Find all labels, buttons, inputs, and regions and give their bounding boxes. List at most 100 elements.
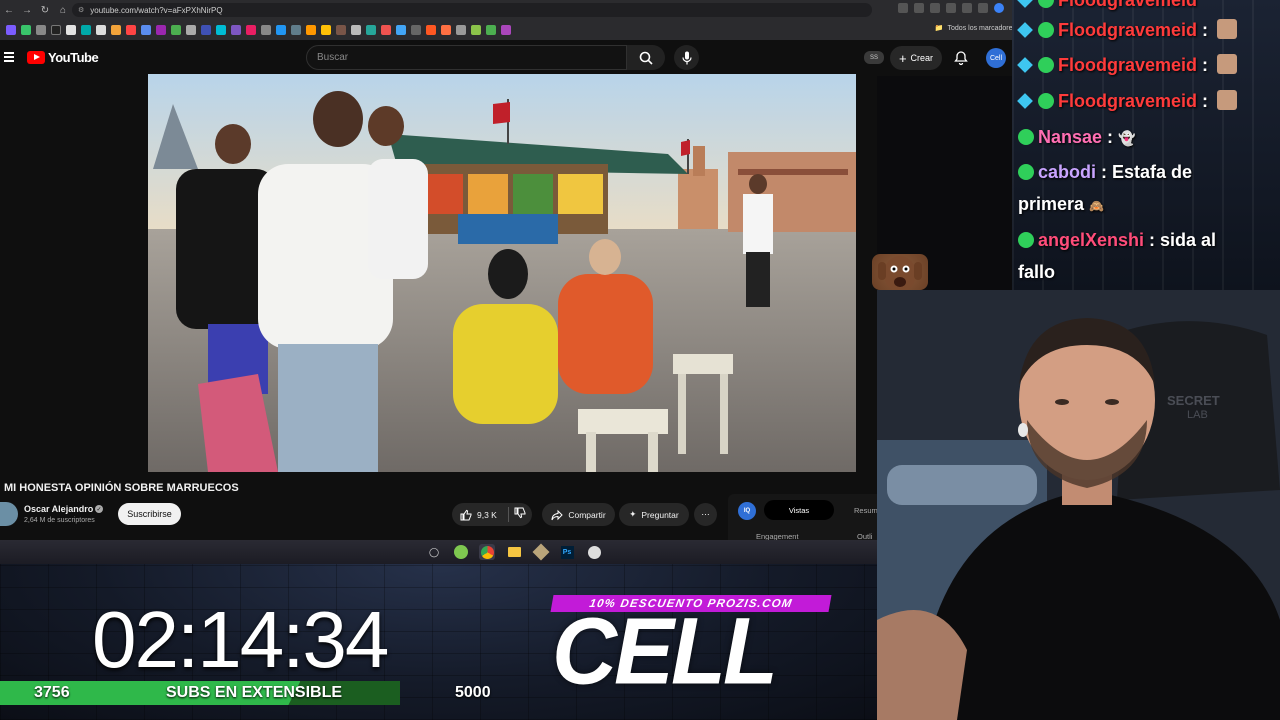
bookmark-icon[interactable] [156, 25, 166, 35]
bookmark-icon[interactable] [246, 25, 256, 35]
voice-search-button[interactable] [674, 45, 699, 70]
youtube-logo[interactable]: YouTube [27, 50, 99, 65]
bookmark-icon[interactable] [66, 25, 76, 35]
reload-icon[interactable]: ↻ [36, 1, 54, 19]
more-actions-button[interactable]: ⋯ [694, 503, 717, 526]
bookmark-icon[interactable] [186, 25, 196, 35]
bookmark-icon[interactable] [366, 25, 376, 35]
share-button[interactable]: Compartir [542, 503, 615, 526]
site-info-icon[interactable]: ⚙ [78, 6, 84, 14]
bookmark-icon[interactable] [6, 25, 16, 35]
bookmark-icon[interactable] [126, 25, 136, 35]
bookmark-icon[interactable] [216, 25, 226, 35]
extensions-puzzle-icon[interactable] [962, 3, 972, 13]
bookmark-icon[interactable] [96, 25, 106, 35]
channel-badge-icon [1038, 57, 1054, 73]
bookmark-icon[interactable] [456, 25, 466, 35]
bookmark-icon[interactable] [291, 25, 301, 35]
photoshop-icon[interactable]: Ps [559, 544, 575, 560]
bookmark-icon[interactable] [171, 25, 181, 35]
clock-app-icon[interactable]: ◯ [426, 544, 442, 560]
bookmark-icon[interactable] [81, 25, 91, 35]
bookmark-icon[interactable] [471, 25, 481, 35]
share-label: Compartir [568, 509, 606, 520]
obs-icon[interactable] [586, 544, 602, 560]
subscribe-button[interactable]: Suscribirse [118, 503, 181, 525]
bookmark-icon[interactable] [306, 25, 316, 35]
search-input[interactable]: Buscar [306, 45, 627, 70]
divider [508, 507, 509, 522]
notifications-bell-icon[interactable] [953, 50, 969, 66]
tab-resumen[interactable]: Resum [854, 506, 878, 515]
discord-icon[interactable] [453, 544, 469, 560]
bookmark-icon[interactable] [141, 25, 151, 35]
bookmark-icon[interactable] [411, 25, 421, 35]
sidebar-icon[interactable] [978, 3, 988, 13]
bookmark-star-icon[interactable] [930, 3, 940, 13]
chat-username: Floodgravemeid [1058, 0, 1198, 10]
extension-badge[interactable]: SS [864, 51, 884, 64]
profile-icon[interactable] [994, 3, 1004, 13]
home-icon[interactable]: ⌂ [54, 1, 72, 19]
bookmark-icon[interactable] [501, 25, 511, 35]
bookmark-icon[interactable] [336, 25, 346, 35]
bookmark-icon[interactable] [381, 25, 391, 35]
bookmark-icon[interactable] [396, 25, 406, 35]
address-bar[interactable]: ⚙ youtube.com/watch?v=aFxPXhNirPQ [72, 3, 872, 17]
bookmark-icon[interactable] [486, 25, 496, 35]
chrome-icon[interactable] [479, 544, 495, 560]
video-player[interactable] [148, 74, 856, 472]
verified-check-icon: ✓ [95, 505, 103, 513]
chat-username: Floodgravemeid [1058, 91, 1198, 111]
bookmark-icon[interactable] [276, 25, 286, 35]
bookmark-icon[interactable] [111, 25, 121, 35]
cast-icon[interactable] [914, 3, 924, 13]
zoom-icon[interactable] [898, 3, 908, 13]
video-title: MI HONESTA OPINIÓN SOBRE MARRUECOS [4, 482, 239, 494]
chair-logo-icon: SECRET [1167, 393, 1220, 408]
chat-text: sida al [1160, 230, 1217, 250]
ask-ai-button[interactable]: ✦ Preguntar [619, 503, 689, 526]
bookmark-icon[interactable] [261, 25, 271, 35]
bookmark-icon[interactable] [231, 25, 241, 35]
browser-chrome: ← → ↻ ⌂ ⚙ youtube.com/watch?v=aFxPXhNirP… [0, 0, 1016, 40]
thumbs-down-icon[interactable] [514, 507, 526, 519]
chat-username: cabodi [1038, 162, 1097, 182]
hamburger-menu-icon[interactable] [4, 52, 14, 62]
bookmark-icon[interactable] [201, 25, 211, 35]
plus-icon: + [898, 50, 907, 66]
app-icon[interactable] [532, 543, 550, 561]
bookmark-icon[interactable] [441, 25, 451, 35]
channel-name[interactable]: Oscar Alejandro [24, 504, 93, 514]
like-button[interactable]: 9,3 K [452, 503, 532, 526]
bookmark-icon[interactable] [21, 25, 31, 35]
extension-logo[interactable]: IQ [738, 502, 756, 520]
extension-icon[interactable] [946, 3, 956, 13]
chat-text: fallo [1018, 262, 1056, 282]
channel-badge-icon [1038, 0, 1054, 8]
search-placeholder: Buscar [317, 52, 349, 63]
all-bookmarks[interactable]: 📁 Todos los marcadores [934, 24, 1016, 33]
bookmark-icon[interactable] [351, 25, 361, 35]
sub-badge-icon [1017, 57, 1033, 73]
file-explorer-icon[interactable] [506, 544, 522, 560]
search-button[interactable] [627, 45, 665, 70]
bookmark-icon[interactable] [36, 25, 46, 35]
chat-username: angelXenshi [1038, 230, 1145, 250]
emote-icon [1217, 54, 1238, 74]
browser-toolbar: ← → ↻ ⌂ ⚙ youtube.com/watch?v=aFxPXhNirP… [0, 0, 1012, 20]
subs-goal-count: 5000 [455, 684, 491, 701]
back-icon[interactable]: ← [0, 1, 18, 19]
tab-vistas[interactable]: Vistas [764, 500, 834, 520]
bookmark-icon[interactable] [51, 25, 61, 35]
chat-message-continued: fallo [1018, 256, 1055, 288]
channel-avatar[interactable] [0, 502, 18, 526]
folder-icon: 📁 [934, 25, 944, 32]
bookmark-icon[interactable] [321, 25, 331, 35]
bookmark-icon[interactable] [426, 25, 436, 35]
streamer-logo: CELL [552, 599, 778, 705]
all-bookmarks-label: Todos los marcadores [947, 24, 1016, 32]
forward-icon[interactable]: → [18, 1, 36, 19]
create-button[interactable]: + Crear [890, 46, 942, 70]
account-avatar[interactable]: Cell [986, 48, 1006, 68]
